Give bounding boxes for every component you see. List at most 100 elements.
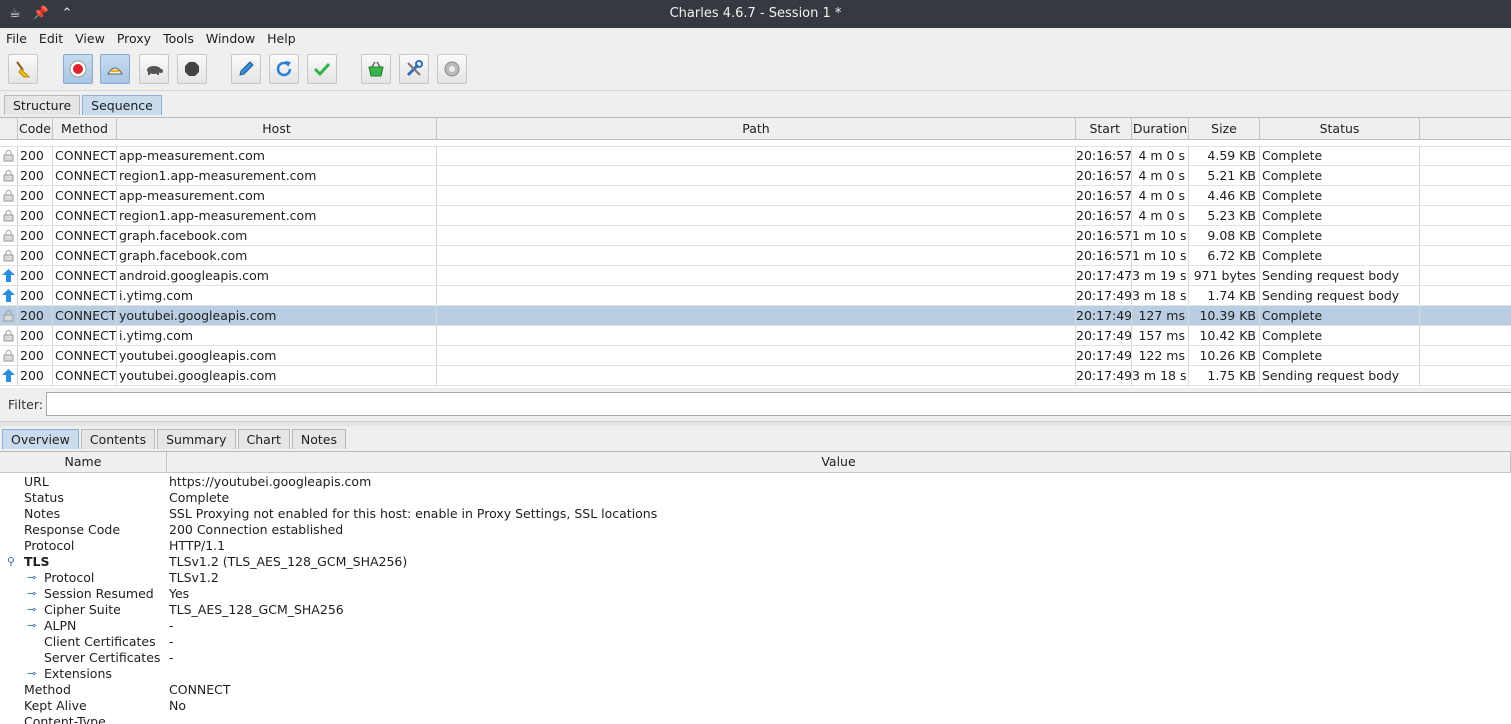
overview-row[interactable]: Client Certificates - bbox=[0, 634, 1511, 650]
table-row[interactable]: 200 CONNECT i.ytimg.com 20:17:49 3 m 18 s 1.7… bbox=[0, 286, 1511, 306]
column-header-status[interactable]: Status bbox=[1260, 118, 1420, 139]
tools-button[interactable] bbox=[399, 54, 429, 84]
upload-arrow-icon bbox=[2, 269, 15, 282]
tree-expanded-icon[interactable]: ⚲ bbox=[7, 554, 15, 570]
row-icon-cell bbox=[0, 146, 18, 165]
menu-bar: File Edit View Proxy Tools Window Help bbox=[0, 28, 1511, 50]
tree-collapsed-icon[interactable]: ⊸ bbox=[27, 586, 36, 602]
table-row[interactable]: 200 CONNECT graph.facebook.com 20:16:57 1 m … bbox=[0, 226, 1511, 246]
tree-collapsed-icon[interactable]: ⊸ bbox=[27, 666, 36, 682]
cell-status: Complete bbox=[1260, 206, 1420, 225]
overview-row[interactable]: Protocol HTTP/1.1 bbox=[0, 538, 1511, 554]
cell-status: Complete bbox=[1260, 246, 1420, 265]
tree-collapsed-icon[interactable]: ⊸ bbox=[27, 602, 36, 618]
menu-help[interactable]: Help bbox=[261, 28, 302, 50]
column-header-value[interactable]: Value bbox=[167, 452, 1511, 472]
column-header-start[interactable]: Start bbox=[1076, 118, 1132, 139]
cell-host: app-measurement.com bbox=[117, 186, 437, 205]
filter-input[interactable] bbox=[46, 392, 1511, 416]
column-header-size[interactable]: Size bbox=[1189, 118, 1260, 139]
cell-status: Complete bbox=[1260, 186, 1420, 205]
overview-row[interactable]: Response Code 200 Connection established bbox=[0, 522, 1511, 538]
validate-button[interactable] bbox=[307, 54, 337, 84]
cell-size: 5.21 KB bbox=[1189, 166, 1260, 185]
clear-session-button[interactable] bbox=[8, 54, 38, 84]
column-header-code[interactable]: Code bbox=[18, 118, 53, 139]
table-row[interactable]: 200 CONNECT i.ytimg.com 20:17:49 157 ms 10.42… bbox=[0, 326, 1511, 346]
tab-structure[interactable]: Structure bbox=[4, 95, 81, 115]
tab-chart[interactable]: Chart bbox=[237, 429, 290, 449]
tab-sequence[interactable]: Sequence bbox=[82, 95, 162, 115]
cell-size: 9.08 KB bbox=[1189, 226, 1260, 245]
column-header-path[interactable]: Path bbox=[437, 118, 1076, 139]
overview-row[interactable]: ⊸ Session Resumed Yes bbox=[0, 586, 1511, 602]
overview-row[interactable]: URL https://youtubei.googleapis.com bbox=[0, 474, 1511, 490]
stop-breakpoints-button[interactable] bbox=[177, 54, 207, 84]
cell-code: 200 bbox=[18, 366, 53, 385]
table-row[interactable]: 200 CONNECT youtubei.googleapis.com 20:17:4… bbox=[0, 346, 1511, 366]
cell-start: 20:16:57 bbox=[1076, 206, 1132, 225]
column-header-name[interactable]: Name bbox=[0, 452, 167, 472]
overview-row[interactable]: ⚲ TLS TLSv1.2 (TLS_AES_128_GCM_SHA256) bbox=[0, 554, 1511, 570]
throttle-icon bbox=[107, 67, 123, 75]
compose-pen-icon bbox=[239, 61, 254, 76]
repeat-button[interactable] bbox=[269, 54, 299, 84]
menu-proxy[interactable]: Proxy bbox=[111, 28, 157, 50]
cell-host: graph.facebook.com bbox=[117, 246, 437, 265]
overview-row[interactable]: Method CONNECT bbox=[0, 682, 1511, 698]
overview-row[interactable]: ⊸ Extensions bbox=[0, 666, 1511, 682]
column-header-duration[interactable]: Duration bbox=[1132, 118, 1189, 139]
record-button[interactable] bbox=[63, 54, 93, 84]
table-row[interactable]: 200 CONNECT app-measurement.com 20:16:57 4 m… bbox=[0, 186, 1511, 206]
cell-duration: 4 m 0 s bbox=[1132, 186, 1189, 205]
overview-value: - bbox=[169, 618, 174, 633]
column-header-host[interactable]: Host bbox=[117, 118, 437, 139]
overview-value: Complete bbox=[169, 490, 230, 505]
tab-notes[interactable]: Notes bbox=[291, 429, 346, 449]
tab-overview[interactable]: Overview bbox=[2, 429, 79, 449]
shopping-basket-button[interactable] bbox=[361, 54, 391, 84]
overview-row[interactable]: ⊸ Cipher Suite TLS_AES_128_GCM_SHA256 bbox=[0, 602, 1511, 618]
cell-host: i.ytimg.com bbox=[117, 326, 437, 345]
overview-row[interactable]: Server Certificates - bbox=[0, 650, 1511, 666]
settings-button[interactable] bbox=[437, 54, 467, 84]
table-row[interactable]: 200 CONNECT youtubei.googleapis.com 20:17:4… bbox=[0, 306, 1511, 326]
cell-start: 20:17:47 bbox=[1076, 266, 1132, 285]
tree-collapsed-icon[interactable]: ⊸ bbox=[27, 618, 36, 634]
menu-edit[interactable]: Edit bbox=[33, 28, 69, 50]
lock-icon bbox=[3, 170, 14, 182]
column-header-method[interactable]: Method bbox=[53, 118, 117, 139]
panel-splitter[interactable] bbox=[0, 421, 1511, 426]
turtle-button[interactable] bbox=[139, 54, 169, 84]
cell-start: 20:16:57 bbox=[1076, 226, 1132, 245]
row-icon-cell bbox=[0, 266, 18, 285]
table-row[interactable]: 200 CONNECT youtubei.googleapis.com 20:17:4… bbox=[0, 366, 1511, 386]
overview-row[interactable]: Kept Alive No bbox=[0, 698, 1511, 714]
overview-row[interactable]: ⊸ Protocol TLSv1.2 bbox=[0, 570, 1511, 586]
table-row[interactable]: 200 CONNECT graph.facebook.com 20:16:57 1 m … bbox=[0, 246, 1511, 266]
menu-view[interactable]: View bbox=[69, 28, 111, 50]
table-row[interactable]: 200 CONNECT android.googleapis.com 20:17:47… bbox=[0, 266, 1511, 286]
column-header-icon[interactable] bbox=[0, 118, 18, 139]
menu-window[interactable]: Window bbox=[200, 28, 261, 50]
table-row[interactable]: 200 CONNECT region1.app-measurement.com 20:… bbox=[0, 166, 1511, 186]
settings-gear-icon bbox=[444, 61, 460, 77]
overview-row[interactable]: Status Complete bbox=[0, 490, 1511, 506]
tab-contents[interactable]: Contents bbox=[80, 429, 156, 449]
cell-start: 20:17:49 bbox=[1076, 366, 1132, 385]
overview-row[interactable]: Notes SSL Proxying not enabled for this h… bbox=[0, 506, 1511, 522]
table-row[interactable]: 200 CONNECT app-measurement.com 20:16:57 4 m… bbox=[0, 146, 1511, 166]
menu-tools[interactable]: Tools bbox=[157, 28, 200, 50]
compose-button[interactable] bbox=[231, 54, 261, 84]
cell-duration: 1 m 10 s bbox=[1132, 226, 1189, 245]
cell-size: 4.59 KB bbox=[1189, 146, 1260, 165]
overview-row[interactable]: ⊸ ALPN - bbox=[0, 618, 1511, 634]
table-row[interactable]: 200 CONNECT region1.app-measurement.com 20:… bbox=[0, 206, 1511, 226]
throttle-button[interactable] bbox=[100, 54, 130, 84]
tab-summary[interactable]: Summary bbox=[157, 429, 236, 449]
menu-file[interactable]: File bbox=[0, 28, 33, 50]
cell-duration: 122 ms bbox=[1132, 346, 1189, 365]
tree-collapsed-icon[interactable]: ⊸ bbox=[27, 570, 36, 586]
cell-host: youtubei.googleapis.com bbox=[117, 346, 437, 365]
row-icon-cell bbox=[0, 166, 18, 185]
